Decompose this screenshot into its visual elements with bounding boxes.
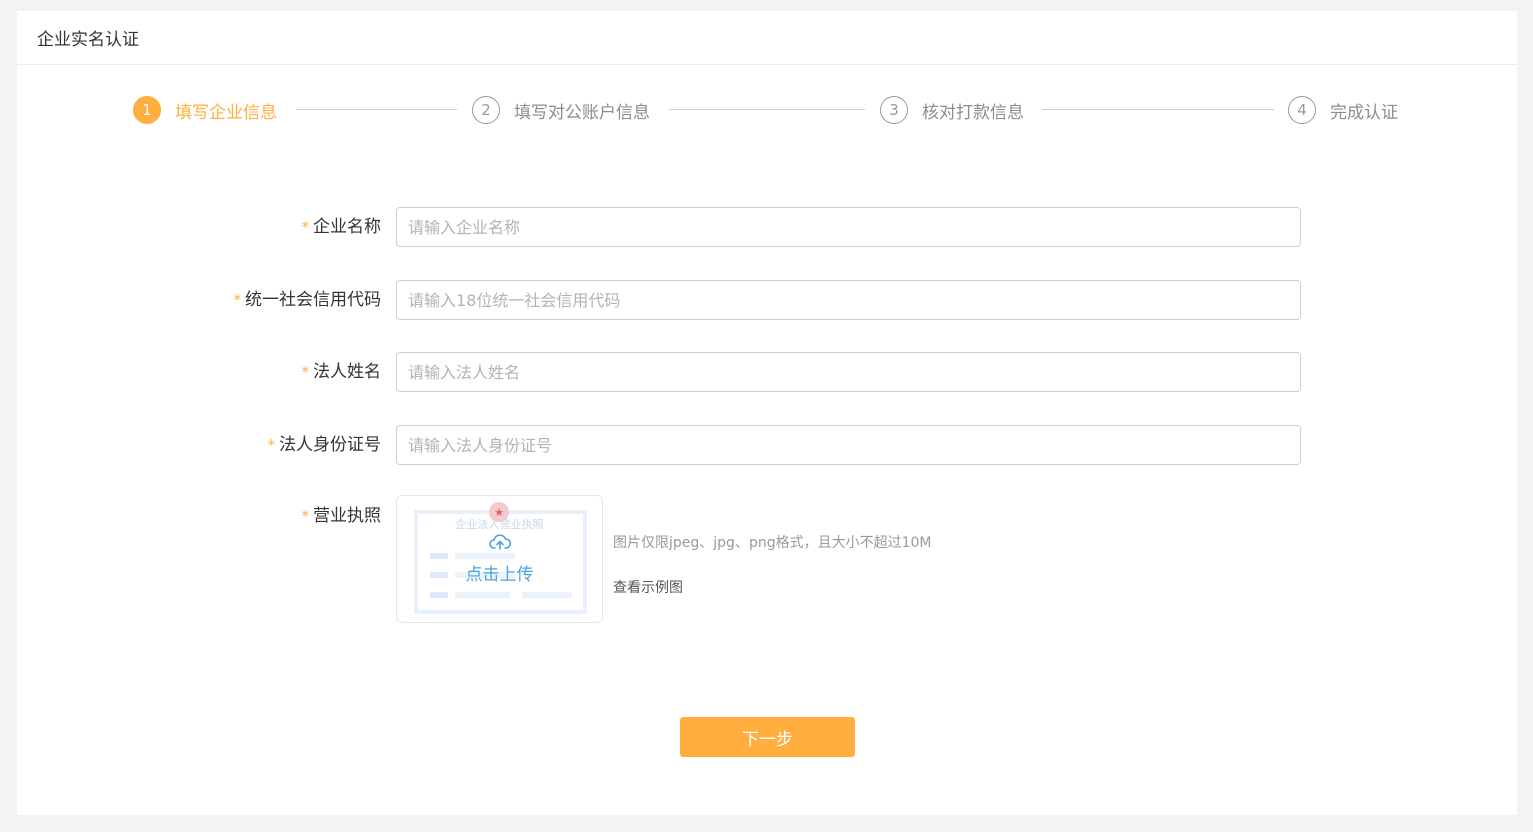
step-connector [1042,109,1274,110]
step-connector [669,109,865,110]
step-connector [296,109,457,110]
step-number: 1 [133,96,161,124]
company-name-input[interactable] [396,207,1301,247]
step-number: 2 [472,96,500,124]
page-title: 企业实名认证 [37,30,139,50]
required-mark: * [301,218,310,236]
preview-line [455,592,510,598]
step-label: 填写企业信息 [175,102,277,123]
legal-name-input[interactable] [396,352,1301,392]
credit-code-label: * 统一社会信用代码 [233,290,382,310]
license-preview-title: 企业法人营业执照 [455,518,544,531]
preview-line [430,592,448,598]
preview-line [522,592,572,598]
upload-label: 点击上传 [465,565,534,585]
auth-card: 企业实名认证 1 填写企业信息 2 填写对公账户信息 3 核对打款信息 4 完成… [17,11,1517,815]
legal-id-label: * 法人身份证号 [267,435,382,455]
step-number: 3 [880,96,908,124]
step-number: 4 [1288,96,1316,124]
required-mark: * [233,291,242,309]
company-name-label: * 企业名称 [301,217,382,237]
upload-hint: 图片仅限jpeg、jpg、png格式，且大小不超过10M [613,535,932,551]
cloud-upload-icon [489,534,511,550]
legal-id-input[interactable] [396,425,1301,465]
view-sample-link[interactable]: 查看示例图 [613,577,683,597]
step-2: 2 填写对公账户信息 [472,95,650,125]
next-step-button[interactable]: 下一步 [680,717,855,757]
legal-name-label: * 法人姓名 [301,362,382,382]
preview-line [430,553,448,559]
step-label: 填写对公账户信息 [514,102,650,123]
required-mark: * [301,363,310,381]
step-label: 完成认证 [1330,102,1398,123]
required-mark: * [267,436,276,454]
required-mark: * [301,507,310,525]
preview-line [455,553,515,559]
step-indicator: 1 填写企业信息 2 填写对公账户信息 3 核对打款信息 4 完成认证 [17,95,1517,127]
license-label: * 营业执照 [301,506,382,526]
step-label: 核对打款信息 [922,102,1024,123]
step-3: 3 核对打款信息 [880,95,1024,125]
license-upload-button[interactable]: ★ 企业法人营业执照 点击上传 [396,495,603,623]
step-1: 1 填写企业信息 [133,95,277,125]
card-header: 企业实名认证 [17,11,1517,65]
step-4: 4 完成认证 [1288,95,1398,125]
credit-code-input[interactable] [396,280,1301,320]
